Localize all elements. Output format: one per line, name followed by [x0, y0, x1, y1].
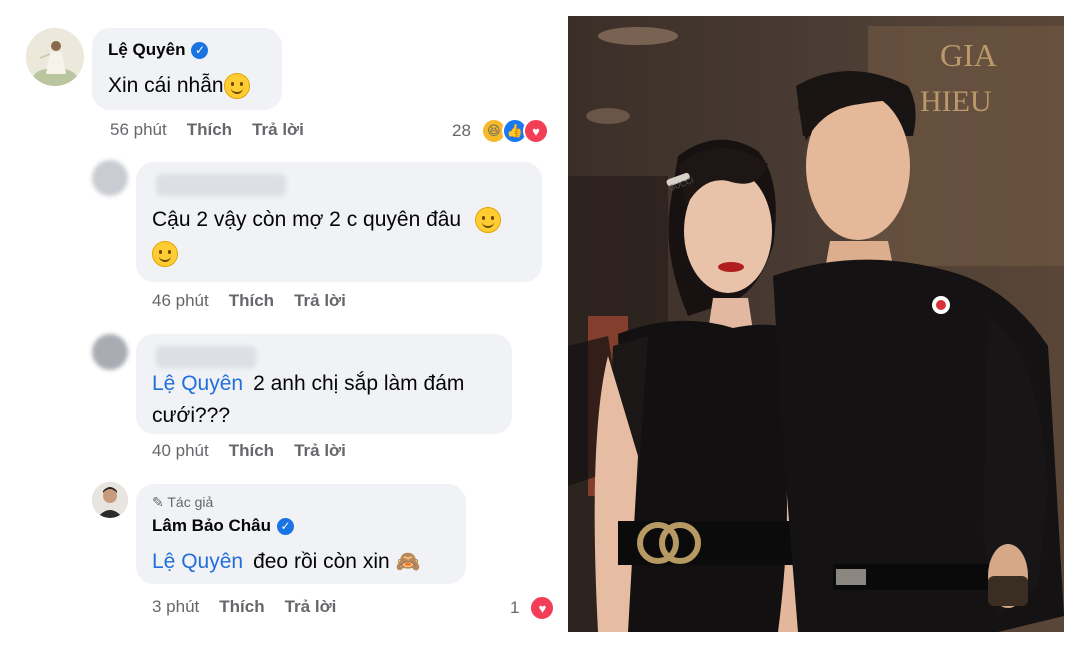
reaction-count: 1: [510, 598, 520, 617]
love-reaction-icon: ♥: [529, 595, 556, 621]
avatar-blurred[interactable]: [92, 160, 128, 196]
like-button[interactable]: Thích: [229, 291, 274, 310]
slightly-smiling-emoji-icon: [152, 241, 178, 268]
reaction-count: 28: [452, 121, 471, 140]
comment-text: 2 anh chị sắp làm đám: [253, 372, 465, 395]
comment-author[interactable]: Lâm Bảo Châu: [152, 516, 271, 536]
author-badge: Tác giả: [167, 494, 214, 510]
avatar-le-quyen[interactable]: [26, 28, 84, 86]
comment-bubble: ✎ Tác giả Lâm Bảo Châu ✓ Lệ Quyên đeo rồi …: [136, 484, 466, 584]
comment-text: Cậu 2 vậy còn mợ 2 c quyên đâu: [152, 208, 462, 231]
comment-meta: 3 phút Thích Trả lời: [152, 597, 336, 617]
comment-time[interactable]: 40 phút: [152, 441, 209, 460]
like-button[interactable]: Thích: [219, 597, 264, 616]
comment-thread: Lệ Quyên ✓ Xin cái nhẫn 56 phút Thích Trả l…: [0, 0, 560, 648]
blurred-author-name: [156, 346, 256, 368]
avatar-lam-bao-chau[interactable]: [92, 482, 128, 518]
reaction-summary[interactable]: 28 😆 👍 ♥: [452, 118, 549, 144]
reply-button[interactable]: Trả lời: [294, 441, 346, 460]
verified-badge-icon: ✓: [191, 42, 209, 60]
reply-button[interactable]: Trả lời: [285, 597, 337, 616]
smiling-emoji-icon: [223, 73, 250, 100]
comment-text: đeo rồi còn xin: [253, 550, 390, 573]
blurred-author-name: [156, 174, 286, 196]
comment-time[interactable]: 56 phút: [110, 120, 167, 139]
reply-button[interactable]: Trả lời: [294, 291, 346, 310]
verified-badge-icon: ✓: [277, 518, 295, 536]
comment-bubble: Cậu 2 vậy còn mợ 2 c quyên đâu: [136, 162, 542, 282]
like-button[interactable]: Thích: [187, 120, 232, 139]
comment-text: Xin cái nhẫn: [108, 74, 224, 97]
mention-link[interactable]: Lệ Quyên: [152, 372, 243, 395]
backdrop-text: HIEU: [920, 85, 992, 118]
avatar-blurred[interactable]: [92, 334, 128, 370]
see-no-evil-monkey-emoji-icon: 🙈: [395, 551, 421, 573]
mention-link[interactable]: Lệ Quyên: [152, 550, 243, 573]
slightly-smiling-emoji-icon: [474, 207, 501, 234]
like-button[interactable]: Thích: [229, 441, 274, 460]
comment-time[interactable]: 46 phút: [152, 291, 209, 310]
pencil-icon: ✎: [152, 494, 164, 510]
love-reaction-icon: ♥: [522, 118, 549, 144]
comment-meta: 46 phút Thích Trả lời: [152, 291, 346, 311]
comment-text-continued: cưới???: [152, 404, 231, 427]
comment-time[interactable]: 3 phút: [152, 597, 199, 616]
comment-bubble: Lệ Quyên ✓ Xin cái nhẫn: [92, 28, 282, 110]
comment-bubble: Lệ Quyên 2 anh chị sắp làm đám cưới???: [136, 334, 512, 434]
comment-meta: 40 phút Thích Trả lời: [152, 441, 346, 461]
event-photo: GIA HIEU GUCCI: [568, 16, 1064, 632]
reply-button[interactable]: Trả lời: [252, 120, 304, 139]
comment-meta: 56 phút Thích Trả lời: [110, 120, 304, 140]
reaction-summary[interactable]: 1 ♥: [510, 595, 556, 621]
backdrop-text: GIA: [940, 37, 997, 73]
comment-author[interactable]: Lệ Quyên: [108, 40, 185, 60]
